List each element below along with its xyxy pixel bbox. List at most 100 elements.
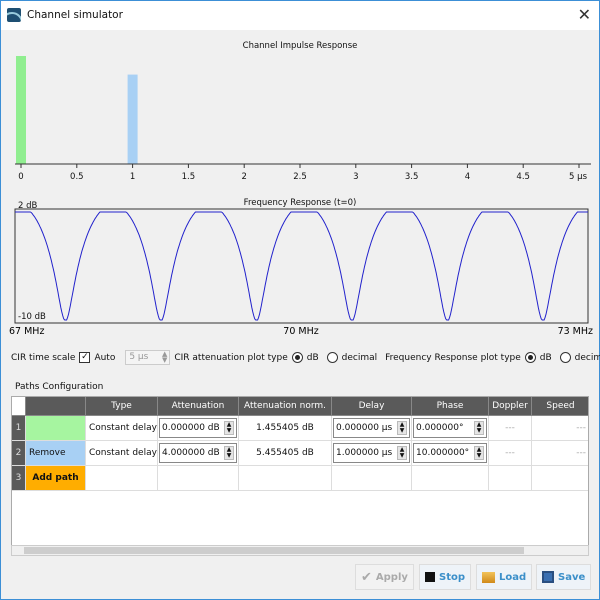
cir-tick-label: 1.5 xyxy=(182,172,196,182)
type-cell: Constant delay xyxy=(86,441,158,466)
table-row: 2 Remove Constant delay 4.000000 dB ▲ ▼ 5.4554… xyxy=(12,441,588,466)
table-row: 3 Add path xyxy=(12,466,588,491)
cir-title: Channel Impulse Response xyxy=(243,41,358,51)
spin-arrows-icon: ▲ ▼ xyxy=(397,421,407,435)
spin-arrows-icon: ▲ ▼ xyxy=(161,350,168,364)
cir-tick-label: 2 xyxy=(241,172,246,182)
apply-button[interactable]: ✔ Apply xyxy=(355,564,414,590)
cir-tick-label: 4 xyxy=(465,172,470,182)
column-header: Attenuation norm. xyxy=(239,397,332,416)
table-row: 1 Constant delay 0.000000 dB ▲ ▼ 1.455405 dB 0… xyxy=(12,416,588,441)
empty-cell xyxy=(158,466,239,491)
type-cell: Constant delay xyxy=(86,416,158,441)
title-bar: Channel simulator ✕ xyxy=(1,1,599,30)
delay-value: 0.000000 µs xyxy=(336,423,393,433)
check-icon: ✔ xyxy=(361,569,372,585)
remove-button[interactable]: Remove xyxy=(26,441,86,466)
doppler-cell: --- xyxy=(489,416,532,441)
phase-spinbox[interactable]: 10.000000° ▲ ▼ xyxy=(412,441,489,466)
spin-arrows-icon: ▲ ▼ xyxy=(474,421,484,435)
fr-x-tick: 67 MHz xyxy=(9,326,44,337)
column-header: Phase xyxy=(412,397,489,416)
path-color-cell[interactable] xyxy=(26,416,86,441)
delay-spinbox[interactable]: 1.000000 µs ▲ ▼ xyxy=(332,441,412,466)
cir-chart: Channel Impulse Response 0 0.5 1 1.5 2 2.5 3 3.… xyxy=(15,41,591,182)
row-number: 3 xyxy=(12,466,26,491)
corner-cell xyxy=(12,397,26,416)
spin-arrows-icon: ▲ ▼ xyxy=(224,446,234,460)
stop-button[interactable]: Stop xyxy=(419,564,472,590)
speed-cell: --- xyxy=(532,441,588,466)
fr-y-min-label: -10 dB xyxy=(18,312,46,322)
spin-arrows-icon: ▲ ▼ xyxy=(397,446,407,460)
freq-type-label: Frequency Response plot type xyxy=(385,352,521,363)
fr-title: Frequency Response (t=0) xyxy=(244,198,357,208)
paths-table: Type Attenuation Attenuation norm. Delay Pha… xyxy=(11,396,589,546)
add-path-button[interactable]: Add path xyxy=(26,466,86,491)
freq-decimal-label: decimal xyxy=(574,352,600,363)
horizontal-scrollbar[interactable] xyxy=(11,545,589,556)
phase-spinbox[interactable]: 0.000000° ▲ ▼ xyxy=(412,416,489,441)
fr-x-tick: 70 MHz xyxy=(283,326,318,337)
fr-series-line xyxy=(15,211,588,321)
column-header: Speed xyxy=(532,397,588,416)
cir-tick-label: 2.5 xyxy=(293,172,307,182)
cir-time-scale-label: CIR time scale xyxy=(11,352,76,363)
spin-arrows-icon: ▲ ▼ xyxy=(224,421,234,435)
close-icon[interactable]: ✕ xyxy=(578,5,591,24)
cir-tick-label: 1 xyxy=(130,172,135,182)
doppler-cell: --- xyxy=(489,441,532,466)
window-title: Channel simulator xyxy=(27,9,123,21)
empty-cell xyxy=(412,466,489,491)
paths-configuration-label: Paths Configuration xyxy=(15,382,104,392)
attenuation-spinbox[interactable]: 0.000000 dB ▲ ▼ xyxy=(158,416,239,441)
fr-y-max-label: 2 dB xyxy=(18,201,38,211)
empty-cell xyxy=(489,466,532,491)
load-button[interactable]: Load xyxy=(476,564,533,590)
save-button[interactable]: Save xyxy=(536,564,592,590)
time-scale-spinbox[interactable]: 5 µs ▲ ▼ xyxy=(125,350,171,365)
attenuation-value: 4.000000 dB xyxy=(162,448,220,458)
empty-cell xyxy=(332,466,412,491)
freq-decimal-radio[interactable] xyxy=(559,352,571,363)
plot-options: CIR time scale ✓ Auto 5 µs ▲ ▼ CIR attenua… xyxy=(11,350,600,365)
cir-bar xyxy=(127,74,138,164)
scrollbar-thumb[interactable] xyxy=(24,547,524,554)
empty-cell xyxy=(86,466,158,491)
cir-decimal-radio[interactable] xyxy=(326,352,338,363)
column-header: Delay xyxy=(332,397,412,416)
delay-spinbox[interactable]: 0.000000 µs ▲ ▼ xyxy=(332,416,412,441)
norm-cell: 1.455405 dB xyxy=(239,416,332,441)
norm-cell: 5.455405 dB xyxy=(239,441,332,466)
stop-label: Stop xyxy=(439,571,466,583)
time-scale-value: 5 µs xyxy=(129,352,149,362)
load-label: Load xyxy=(499,571,527,583)
phase-value: 0.000000° xyxy=(416,423,464,433)
freq-db-label: dB xyxy=(539,352,552,363)
cir-decimal-label: decimal xyxy=(341,352,378,363)
attenuation-value: 0.000000 dB xyxy=(162,423,220,433)
cir-db-label: dB xyxy=(306,352,319,363)
floppy-disk-icon xyxy=(542,571,554,583)
phase-value: 10.000000° xyxy=(416,448,470,458)
apply-label: Apply xyxy=(375,571,408,583)
auto-checkbox[interactable]: ✓ xyxy=(79,352,91,363)
cir-bar xyxy=(16,56,26,164)
cir-db-radio[interactable] xyxy=(291,352,303,363)
speed-cell: --- xyxy=(532,416,588,441)
frequency-response-chart: Frequency Response (t=0) 2 dB -10 dB 67 … xyxy=(9,198,593,337)
attenuation-spinbox[interactable]: 4.000000 dB ▲ ▼ xyxy=(158,441,239,466)
cir-tick-label: 4.5 xyxy=(516,172,530,182)
column-header: Attenuation xyxy=(158,397,239,416)
channel-simulator-window: Channel simulator ✕ Channel Impulse Resp… xyxy=(0,0,600,600)
delay-value: 1.000000 µs xyxy=(336,448,393,458)
row-number: 2 xyxy=(12,441,26,466)
freq-db-radio[interactable] xyxy=(524,352,536,363)
app-icon xyxy=(7,8,21,22)
cir-tick-label: 0 xyxy=(18,172,23,182)
column-header xyxy=(26,397,86,416)
column-header: Doppler xyxy=(489,397,532,416)
cir-tick-label: 5 µs xyxy=(569,172,588,182)
cir-tick-label: 0.5 xyxy=(70,172,84,182)
folder-icon xyxy=(482,571,495,583)
